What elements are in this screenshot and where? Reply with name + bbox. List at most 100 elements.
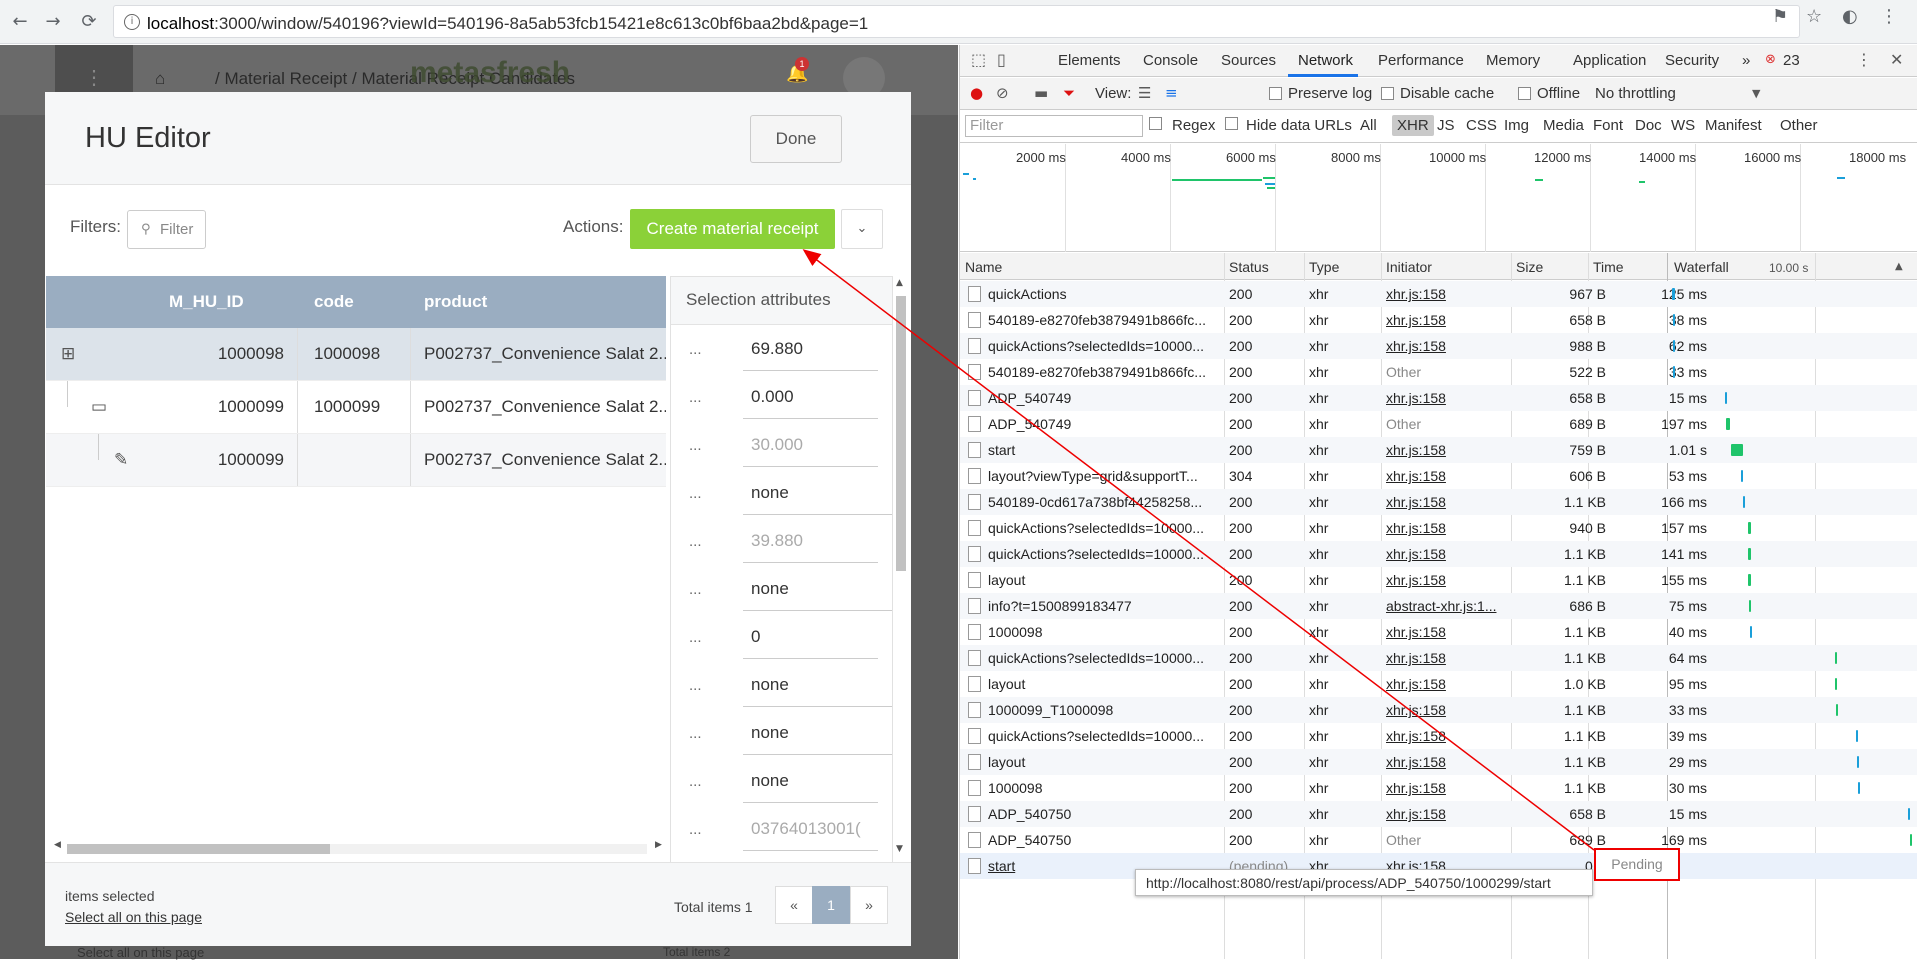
tab-sources[interactable]: Sources xyxy=(1221,52,1276,69)
request-name[interactable]: 540189-0cd617a738bf44258258... xyxy=(988,494,1218,510)
request-initiator[interactable]: xhr.js:158 xyxy=(1386,572,1506,588)
network-request-row[interactable]: start 200 xhr xhr.js:158 759 B 1.01 s xyxy=(960,437,1917,463)
tab-security[interactable]: Security xyxy=(1665,52,1719,69)
chevron-down-icon[interactable]: ▼ xyxy=(1752,87,1760,100)
scroll-down-icon[interactable]: ▼ xyxy=(896,844,903,854)
request-name[interactable]: 1000098 xyxy=(988,624,1218,640)
attribute-value[interactable]: none xyxy=(743,471,892,515)
type-filter-other[interactable]: Other xyxy=(1780,117,1818,134)
network-request-row[interactable]: layout 200 xhr xhr.js:158 1.1 KB 155 ms xyxy=(960,567,1917,593)
request-name[interactable]: start xyxy=(988,442,1218,458)
request-initiator[interactable]: xhr.js:158 xyxy=(1386,780,1506,796)
request-initiator[interactable]: xhr.js:158 xyxy=(1386,676,1506,692)
disable-cache-checkbox[interactable] xyxy=(1381,87,1394,100)
type-filter-xhr[interactable]: XHR xyxy=(1392,115,1434,136)
network-request-row[interactable]: quickActions?selectedIds=10000... 200 xhr x… xyxy=(960,333,1917,359)
request-name[interactable]: quickActions?selectedIds=10000... xyxy=(988,520,1218,536)
request-name[interactable]: quickActions?selectedIds=10000... xyxy=(988,650,1218,666)
request-initiator[interactable]: xhr.js:158 xyxy=(1386,286,1506,302)
request-name[interactable]: ADP_540750 xyxy=(988,832,1218,848)
network-request-row[interactable]: info?t=1500899183477 200 xhr abstract-xhr.j… xyxy=(960,593,1917,619)
table-row[interactable]: ✎ 1000099 P002737_Convenience Salat 2... xyxy=(46,434,666,487)
request-name[interactable]: layout xyxy=(988,676,1218,692)
column-header-size[interactable]: Size xyxy=(1516,259,1543,275)
attribute-value[interactable]: none xyxy=(743,759,878,803)
inspect-icon[interactable]: ⬚ xyxy=(971,50,986,69)
network-request-row[interactable]: quickActions 200 xhr xhr.js:158 967 B 125 ms xyxy=(960,281,1917,307)
network-request-row[interactable]: quickActions?selectedIds=10000... 200 xhr x… xyxy=(960,723,1917,749)
attribute-value[interactable]: 69.880 xyxy=(743,327,878,371)
chevron-down-icon[interactable]: ⌄ xyxy=(841,209,883,249)
request-name[interactable]: 540189-e8270feb3879491b866fc... xyxy=(988,364,1218,380)
network-request-row[interactable]: quickActions?selectedIds=10000... 200 xhr x… xyxy=(960,541,1917,567)
request-name[interactable]: layout xyxy=(988,754,1218,770)
type-filter-js[interactable]: JS xyxy=(1437,117,1455,134)
column-header-type[interactable]: Type xyxy=(1309,259,1339,275)
large-rows-icon[interactable]: ☰ xyxy=(1138,84,1151,102)
forward-icon[interactable]: → xyxy=(41,10,65,34)
screenshot-icon[interactable]: ▬ xyxy=(1034,84,1048,102)
tab-application[interactable]: Application xyxy=(1573,52,1646,69)
request-name[interactable]: 1000098 xyxy=(988,780,1218,796)
vertical-scrollbar[interactable]: ▲ ▼ xyxy=(894,276,908,854)
network-request-row[interactable]: ADP_540749 200 xhr Other 689 B 197 ms xyxy=(960,411,1917,437)
request-initiator[interactable]: xhr.js:158 xyxy=(1386,546,1506,562)
request-initiator[interactable]: xhr.js:158 xyxy=(1386,624,1506,640)
network-request-row[interactable]: 1000098 200 xhr xhr.js:158 1.1 KB 40 ms xyxy=(960,619,1917,645)
request-initiator[interactable]: xhr.js:158 xyxy=(1386,468,1506,484)
tab-console[interactable]: Console xyxy=(1143,52,1198,69)
throttling-select[interactable]: No throttling xyxy=(1595,85,1676,102)
table-row[interactable]: ▭ 1000099 1000099 P002737_Convenience Sa… xyxy=(46,381,666,434)
create-material-receipt-button[interactable]: Create material receipt xyxy=(630,209,835,249)
request-name[interactable]: quickActions?selectedIds=10000... xyxy=(988,338,1218,354)
more-tabs-icon[interactable]: » xyxy=(1742,52,1750,69)
column-header-name[interactable]: Name xyxy=(965,259,1002,275)
done-button[interactable]: Done xyxy=(750,115,842,163)
attribute-value[interactable]: none xyxy=(743,567,892,611)
request-name[interactable]: 1000099_T1000098 xyxy=(988,702,1218,718)
scroll-thumb[interactable] xyxy=(67,844,330,854)
type-filter-all[interactable]: All xyxy=(1360,117,1377,134)
table-row[interactable]: ⊞ 1000098 1000098 P002737_Convenience Sa… xyxy=(46,328,666,381)
horizontal-scrollbar[interactable]: ◀ ▶ xyxy=(54,840,669,855)
scroll-thumb[interactable] xyxy=(896,296,906,571)
record-icon[interactable]: ● xyxy=(970,84,983,102)
request-initiator[interactable]: abstract-xhr.js:1... xyxy=(1386,598,1506,614)
request-initiator[interactable]: xhr.js:158 xyxy=(1386,650,1506,666)
clear-icon[interactable]: ⊘ xyxy=(996,84,1009,102)
request-initiator[interactable]: xhr.js:158 xyxy=(1386,442,1506,458)
type-filter-doc[interactable]: Doc xyxy=(1635,117,1662,134)
column-header-code[interactable]: code xyxy=(314,292,354,312)
request-initiator[interactable]: xhr.js:158 xyxy=(1386,754,1506,770)
column-header-m-hu-id[interactable]: M_HU_ID xyxy=(169,292,244,312)
attribute-value[interactable]: 0.000 xyxy=(743,375,878,419)
attribute-value[interactable]: 0 xyxy=(743,615,878,659)
hide-data-urls-checkbox[interactable] xyxy=(1225,117,1238,130)
paint-icon[interactable]: ⚑ xyxy=(1772,6,1788,27)
request-initiator[interactable]: xhr.js:158 xyxy=(1386,806,1506,822)
tab-memory[interactable]: Memory xyxy=(1486,52,1540,69)
request-initiator[interactable]: xhr.js:158 xyxy=(1386,390,1506,406)
preserve-log-checkbox[interactable] xyxy=(1269,87,1282,100)
type-filter-ws[interactable]: WS xyxy=(1671,117,1695,134)
prev-page-button[interactable]: « xyxy=(775,886,813,924)
type-filter-font[interactable]: Font xyxy=(1593,117,1623,134)
network-overview[interactable]: 2000 ms 4000 ms 6000 ms 8000 ms 10000 ms… xyxy=(960,144,1917,252)
tab-performance[interactable]: Performance xyxy=(1378,52,1464,69)
reload-icon[interactable]: ⟳ xyxy=(77,10,101,34)
request-name[interactable]: ADP_540749 xyxy=(988,390,1218,406)
error-count[interactable]: 23 xyxy=(1783,52,1800,69)
device-toolbar-icon[interactable]: ▯ xyxy=(997,50,1006,69)
column-header-status[interactable]: Status xyxy=(1229,259,1269,275)
network-filter-input[interactable]: Filter xyxy=(965,115,1143,137)
info-icon[interactable]: i xyxy=(124,14,140,30)
devtools-menu-icon[interactable]: ⋮ xyxy=(1856,50,1872,69)
request-initiator[interactable]: xhr.js:158 xyxy=(1386,312,1506,328)
network-request-row[interactable]: 1000098 200 xhr xhr.js:158 1.1 KB 30 ms xyxy=(960,775,1917,801)
page-1-button[interactable]: 1 xyxy=(812,886,850,924)
column-header-initiator[interactable]: Initiator xyxy=(1386,259,1432,275)
request-name[interactable]: quickActions?selectedIds=10000... xyxy=(988,728,1218,744)
request-name[interactable]: ADP_540749 xyxy=(988,416,1218,432)
type-filter-css[interactable]: CSS xyxy=(1466,117,1497,134)
request-initiator[interactable]: xhr.js:158 xyxy=(1386,702,1506,718)
